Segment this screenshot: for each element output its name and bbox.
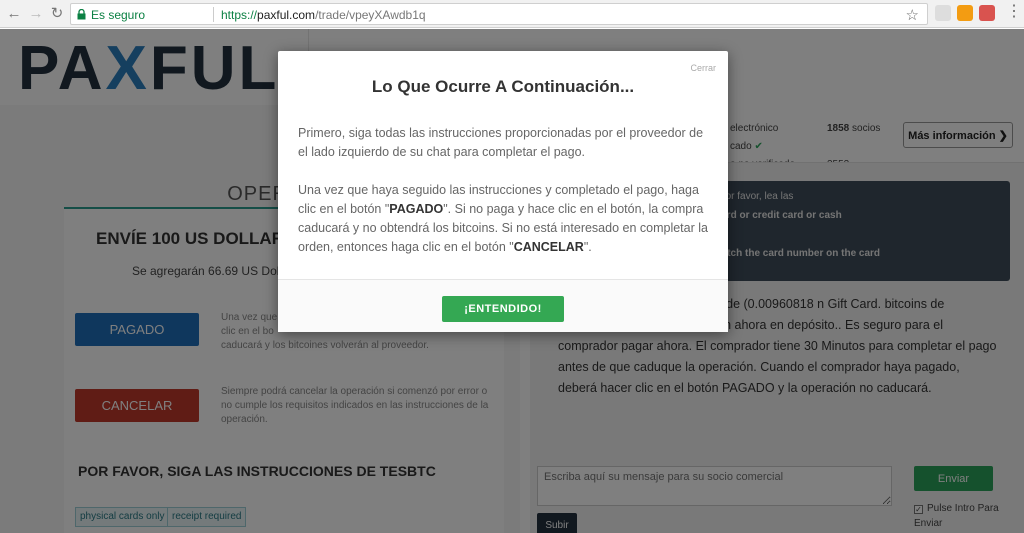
url-text[interactable]: https://paxful.com/trade/vpeyXAwdb1q — [221, 8, 426, 22]
secure-label: Es seguro — [91, 8, 146, 22]
next-steps-modal: Cerrar Lo Que Ocurre A Continuación... P… — [278, 51, 728, 332]
modal-paragraph-1: Primero, siga todas las instrucciones pr… — [298, 126, 704, 159]
understood-button[interactable]: ¡ENTENDIDO! — [442, 296, 564, 322]
close-modal-link[interactable]: Cerrar — [690, 63, 716, 73]
extension-pin-icon[interactable] — [935, 5, 951, 21]
lock-icon — [77, 9, 86, 20]
reload-icon[interactable]: ↻ — [47, 4, 67, 24]
modal-body: Primero, siga todas las instrucciones pr… — [298, 124, 708, 276]
url-separator — [213, 7, 214, 22]
modal-title: Lo Que Ocurre A Continuación... — [371, 77, 635, 96]
address-bar[interactable]: Es seguro https://paxful.com/trade/vpeyX… — [70, 3, 928, 25]
modal-paragraph-2: Una vez que haya seguido las instruccion… — [298, 183, 708, 254]
modal-footer: ¡ENTENDIDO! — [278, 279, 728, 332]
page: PAXFUL OPERACIÓ ENVÍE 100 US DOLLARS C S… — [0, 29, 1024, 533]
browser-toolbar: ← → ↻ Es seguro https://paxful.com/trade… — [0, 0, 1024, 28]
browser-menu-icon[interactable]: ⋮ — [1006, 4, 1022, 21]
back-arrow-icon[interactable]: ← — [4, 4, 24, 24]
bookmark-star-icon[interactable]: ☆ — [906, 6, 919, 24]
extension-badge-icon[interactable] — [979, 5, 995, 21]
forward-arrow-icon[interactable]: → — [26, 4, 46, 24]
extension-fire-icon[interactable] — [957, 5, 973, 21]
